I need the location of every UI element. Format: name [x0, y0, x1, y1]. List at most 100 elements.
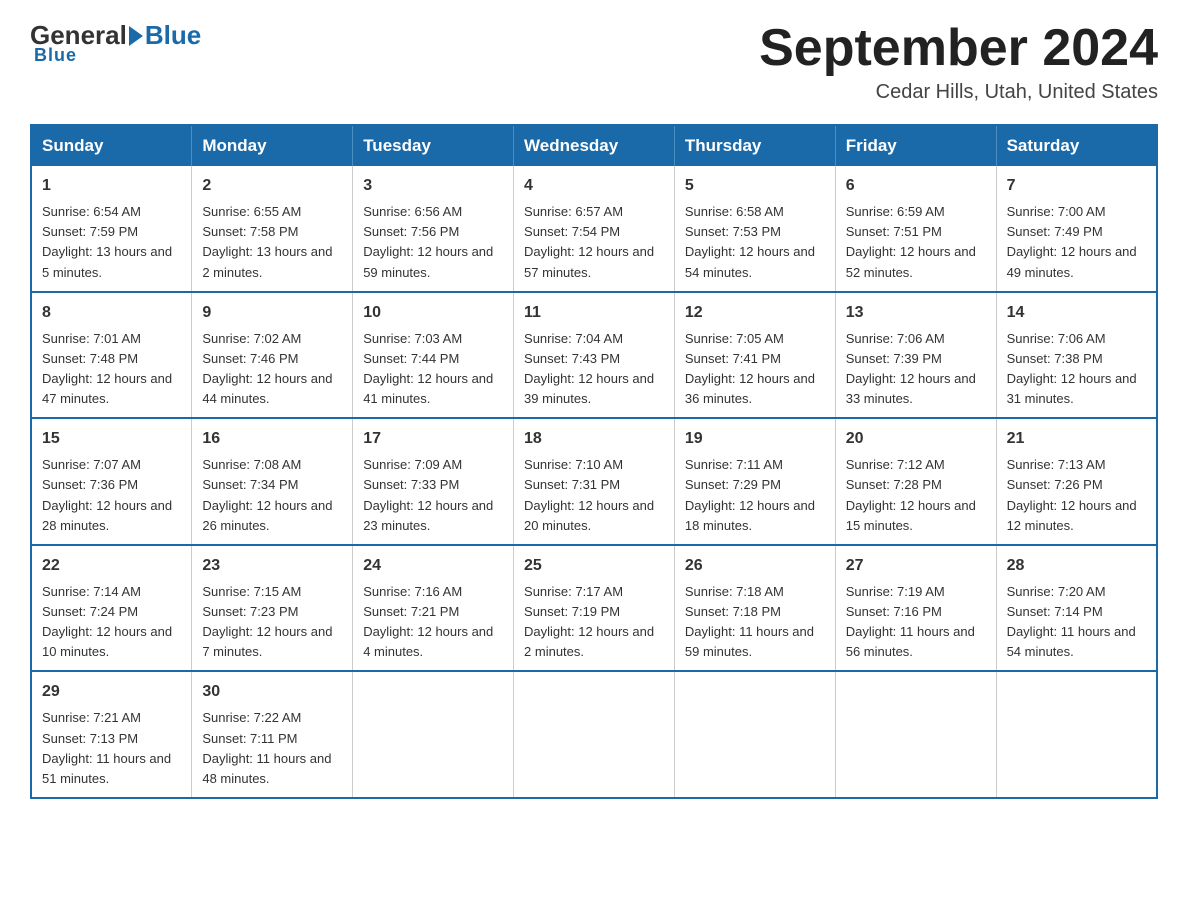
daylight-label: Daylight: 12 hours and 18 minutes.: [685, 498, 815, 533]
daylight-label: Daylight: 12 hours and 10 minutes.: [42, 624, 172, 659]
calendar-day-cell: [835, 671, 996, 798]
day-number: 8: [42, 301, 181, 325]
calendar-day-cell: 19 Sunrise: 7:11 AM Sunset: 7:29 PM Dayl…: [674, 418, 835, 545]
sunrise-label: Sunrise: 7:21 AM: [42, 710, 141, 725]
sunrise-label: Sunrise: 7:05 AM: [685, 331, 784, 346]
sunrise-label: Sunrise: 6:54 AM: [42, 204, 141, 219]
day-number: 27: [846, 554, 986, 578]
day-info: Sunrise: 6:58 AM Sunset: 7:53 PM Dayligh…: [685, 202, 825, 283]
calendar-day-cell: 7 Sunrise: 7:00 AM Sunset: 7:49 PM Dayli…: [996, 166, 1157, 292]
day-info: Sunrise: 7:17 AM Sunset: 7:19 PM Dayligh…: [524, 582, 664, 663]
daylight-label: Daylight: 12 hours and 20 minutes.: [524, 498, 654, 533]
header-monday: Monday: [192, 125, 353, 166]
sunset-label: Sunset: 7:28 PM: [846, 477, 942, 492]
day-info: Sunrise: 7:11 AM Sunset: 7:29 PM Dayligh…: [685, 455, 825, 536]
day-info: Sunrise: 7:01 AM Sunset: 7:48 PM Dayligh…: [42, 329, 181, 410]
daylight-label: Daylight: 12 hours and 28 minutes.: [42, 498, 172, 533]
day-info: Sunrise: 7:07 AM Sunset: 7:36 PM Dayligh…: [42, 455, 181, 536]
title-block: September 2024 Cedar Hills, Utah, United…: [759, 20, 1158, 104]
sunrise-label: Sunrise: 6:58 AM: [685, 204, 784, 219]
sunrise-label: Sunrise: 7:13 AM: [1007, 457, 1106, 472]
day-info: Sunrise: 7:16 AM Sunset: 7:21 PM Dayligh…: [363, 582, 503, 663]
sunset-label: Sunset: 7:16 PM: [846, 604, 942, 619]
day-info: Sunrise: 7:00 AM Sunset: 7:49 PM Dayligh…: [1007, 202, 1146, 283]
calendar-day-cell: 28 Sunrise: 7:20 AM Sunset: 7:14 PM Dayl…: [996, 545, 1157, 672]
day-info: Sunrise: 7:08 AM Sunset: 7:34 PM Dayligh…: [202, 455, 342, 536]
calendar-day-cell: 15 Sunrise: 7:07 AM Sunset: 7:36 PM Dayl…: [31, 418, 192, 545]
calendar-day-cell: 8 Sunrise: 7:01 AM Sunset: 7:48 PM Dayli…: [31, 292, 192, 419]
daylight-label: Daylight: 11 hours and 51 minutes.: [42, 751, 171, 786]
sunset-label: Sunset: 7:33 PM: [363, 477, 459, 492]
sunset-label: Sunset: 7:38 PM: [1007, 351, 1103, 366]
header-tuesday: Tuesday: [353, 125, 514, 166]
weekday-header-row: Sunday Monday Tuesday Wednesday Thursday…: [31, 125, 1157, 166]
logo-tagline: Blue: [34, 45, 77, 66]
sunrise-label: Sunrise: 7:00 AM: [1007, 204, 1106, 219]
sunrise-label: Sunrise: 7:10 AM: [524, 457, 623, 472]
sunrise-label: Sunrise: 7:19 AM: [846, 584, 945, 599]
sunrise-label: Sunrise: 7:17 AM: [524, 584, 623, 599]
calendar-week-row: 22 Sunrise: 7:14 AM Sunset: 7:24 PM Dayl…: [31, 545, 1157, 672]
sunset-label: Sunset: 7:13 PM: [42, 731, 138, 746]
sunset-label: Sunset: 7:53 PM: [685, 224, 781, 239]
calendar-day-cell: [674, 671, 835, 798]
daylight-label: Daylight: 11 hours and 56 minutes.: [846, 624, 975, 659]
daylight-label: Daylight: 12 hours and 7 minutes.: [202, 624, 332, 659]
day-number: 3: [363, 174, 503, 198]
sunrise-label: Sunrise: 7:18 AM: [685, 584, 784, 599]
daylight-label: Daylight: 12 hours and 54 minutes.: [685, 244, 815, 279]
calendar-day-cell: 21 Sunrise: 7:13 AM Sunset: 7:26 PM Dayl…: [996, 418, 1157, 545]
sunset-label: Sunset: 7:58 PM: [202, 224, 298, 239]
sunset-label: Sunset: 7:23 PM: [202, 604, 298, 619]
calendar-day-cell: 20 Sunrise: 7:12 AM Sunset: 7:28 PM Dayl…: [835, 418, 996, 545]
day-number: 10: [363, 301, 503, 325]
day-number: 5: [685, 174, 825, 198]
daylight-label: Daylight: 13 hours and 5 minutes.: [42, 244, 172, 279]
day-number: 6: [846, 174, 986, 198]
sunrise-label: Sunrise: 7:09 AM: [363, 457, 462, 472]
day-number: 17: [363, 427, 503, 451]
sunset-label: Sunset: 7:36 PM: [42, 477, 138, 492]
calendar-week-row: 29 Sunrise: 7:21 AM Sunset: 7:13 PM Dayl…: [31, 671, 1157, 798]
sunset-label: Sunset: 7:51 PM: [846, 224, 942, 239]
daylight-label: Daylight: 12 hours and 2 minutes.: [524, 624, 654, 659]
sunrise-label: Sunrise: 6:57 AM: [524, 204, 623, 219]
day-number: 15: [42, 427, 181, 451]
sunset-label: Sunset: 7:54 PM: [524, 224, 620, 239]
sunrise-label: Sunrise: 7:02 AM: [202, 331, 301, 346]
daylight-label: Daylight: 12 hours and 36 minutes.: [685, 371, 815, 406]
daylight-label: Daylight: 12 hours and 41 minutes.: [363, 371, 493, 406]
day-number: 28: [1007, 554, 1146, 578]
day-info: Sunrise: 7:02 AM Sunset: 7:46 PM Dayligh…: [202, 329, 342, 410]
day-info: Sunrise: 7:03 AM Sunset: 7:44 PM Dayligh…: [363, 329, 503, 410]
calendar-day-cell: 29 Sunrise: 7:21 AM Sunset: 7:13 PM Dayl…: [31, 671, 192, 798]
sunrise-label: Sunrise: 7:20 AM: [1007, 584, 1106, 599]
logo: General Blue Blue: [30, 20, 201, 66]
day-info: Sunrise: 7:13 AM Sunset: 7:26 PM Dayligh…: [1007, 455, 1146, 536]
day-info: Sunrise: 7:14 AM Sunset: 7:24 PM Dayligh…: [42, 582, 181, 663]
calendar-week-row: 15 Sunrise: 7:07 AM Sunset: 7:36 PM Dayl…: [31, 418, 1157, 545]
sunrise-label: Sunrise: 7:14 AM: [42, 584, 141, 599]
daylight-label: Daylight: 12 hours and 15 minutes.: [846, 498, 976, 533]
day-info: Sunrise: 6:56 AM Sunset: 7:56 PM Dayligh…: [363, 202, 503, 283]
day-info: Sunrise: 7:20 AM Sunset: 7:14 PM Dayligh…: [1007, 582, 1146, 663]
day-number: 21: [1007, 427, 1146, 451]
day-number: 19: [685, 427, 825, 451]
day-number: 16: [202, 427, 342, 451]
sunrise-label: Sunrise: 7:06 AM: [846, 331, 945, 346]
day-info: Sunrise: 7:04 AM Sunset: 7:43 PM Dayligh…: [524, 329, 664, 410]
daylight-label: Daylight: 12 hours and 12 minutes.: [1007, 498, 1137, 533]
header-saturday: Saturday: [996, 125, 1157, 166]
daylight-label: Daylight: 12 hours and 4 minutes.: [363, 624, 493, 659]
day-number: 20: [846, 427, 986, 451]
sunset-label: Sunset: 7:49 PM: [1007, 224, 1103, 239]
sunset-label: Sunset: 7:11 PM: [202, 731, 297, 746]
sunset-label: Sunset: 7:46 PM: [202, 351, 298, 366]
calendar-day-cell: 16 Sunrise: 7:08 AM Sunset: 7:34 PM Dayl…: [192, 418, 353, 545]
sunset-label: Sunset: 7:48 PM: [42, 351, 138, 366]
calendar-day-cell: [353, 671, 514, 798]
day-info: Sunrise: 6:55 AM Sunset: 7:58 PM Dayligh…: [202, 202, 342, 283]
day-number: 22: [42, 554, 181, 578]
calendar-day-cell: 9 Sunrise: 7:02 AM Sunset: 7:46 PM Dayli…: [192, 292, 353, 419]
day-number: 29: [42, 680, 181, 704]
